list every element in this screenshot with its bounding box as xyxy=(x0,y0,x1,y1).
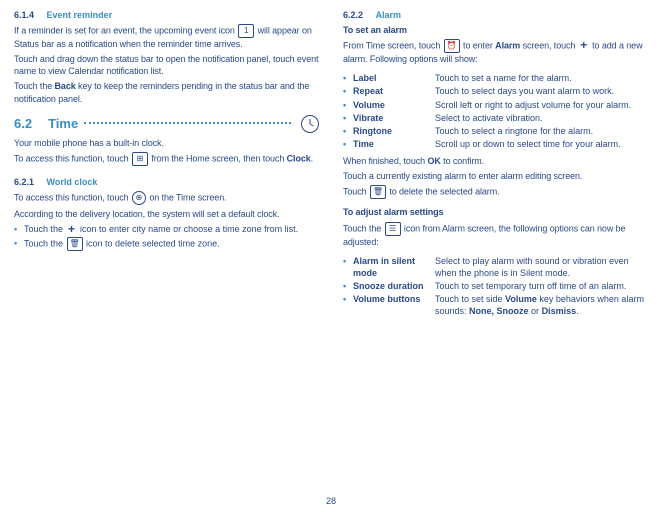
clock-label: Clock xyxy=(287,153,311,163)
alarm-label: Alarm xyxy=(495,41,520,51)
option-row: •Volume Scroll left or right to adjust v… xyxy=(343,99,648,111)
apps-grid-icon: ⊞ xyxy=(132,152,148,166)
heading-6-2-2: 6.2.2 Alarm xyxy=(343,10,648,20)
bullet-dot: • xyxy=(14,223,24,235)
option-desc: Touch to select days you want alarm to w… xyxy=(435,85,648,97)
option-label: Label xyxy=(353,72,377,84)
paragraph: To access this function, touch ⊞ from th… xyxy=(14,152,319,166)
heading-6-1-4: 6.1.4 Event reminder xyxy=(14,10,319,20)
option-label: Snooze duration xyxy=(353,280,424,292)
paragraph: Touch the ☰ icon from Alarm screen, the … xyxy=(343,222,648,248)
paragraph: When finished, touch OK to confirm. xyxy=(343,155,648,167)
clock-icon xyxy=(301,115,319,133)
bullet-dot: • xyxy=(343,255,353,279)
heading-number: 6.2.2 xyxy=(343,10,363,20)
heading-text: World clock xyxy=(47,177,98,187)
bullet-dot: • xyxy=(14,237,24,251)
option-row: •Vibrate Select to activate vibration. xyxy=(343,112,648,124)
trash-icon: 🗑 xyxy=(370,185,386,199)
option-row: •Volume buttons Touch to set side Volume… xyxy=(343,293,648,317)
paragraph: Touch a currently existing alarm to ente… xyxy=(343,170,648,182)
paragraph: To access this function, touch ⊕ on the … xyxy=(14,191,319,205)
option-row: •Snooze duration Touch to set temporary … xyxy=(343,280,648,292)
option-desc: Touch to set temporary turn off time of … xyxy=(435,280,648,292)
option-row: •Label Touch to set a name for the alarm… xyxy=(343,72,648,84)
bullet-dot: • xyxy=(343,112,353,124)
subheading: To set an alarm xyxy=(343,24,648,36)
ok-label: OK xyxy=(427,156,440,166)
option-label: Ringtone xyxy=(353,125,392,137)
paragraph: If a reminder is set for an event, the u… xyxy=(14,24,319,50)
paragraph: Your mobile phone has a built-in clock. xyxy=(14,137,319,149)
bullet-dot: • xyxy=(343,85,353,97)
paragraph: From Time screen, touch ⏰ to enter Alarm… xyxy=(343,39,648,65)
option-row: •Ringtone Touch to select a ringtone for… xyxy=(343,125,648,137)
option-desc: Touch to set a name for the alarm. xyxy=(435,72,648,84)
option-label: Alarm in silent mode xyxy=(353,255,435,279)
menu-list-icon: ☰ xyxy=(385,222,401,236)
option-label: Volume xyxy=(353,99,385,111)
add-icon: + xyxy=(67,225,77,235)
heading-number: 6.1.4 xyxy=(14,10,34,20)
left-column: 6.1.4 Event reminder If a reminder is se… xyxy=(14,8,319,496)
heading-text: Event reminder xyxy=(47,10,113,20)
paragraph: According to the delivery location, the … xyxy=(14,208,319,220)
heading-text: Alarm xyxy=(376,10,402,20)
option-label: Time xyxy=(353,138,374,150)
heading-text: Time xyxy=(48,116,78,131)
option-row: •Time Scroll up or down to select time f… xyxy=(343,138,648,150)
paragraph: Touch the Back key to keep the reminders… xyxy=(14,80,319,104)
option-label: Volume buttons xyxy=(353,293,420,317)
event-number-icon: 1 xyxy=(238,24,254,38)
alarm-clock-icon: ⏰ xyxy=(444,39,460,53)
bullet-dot: • xyxy=(343,72,353,84)
right-column: 6.2.2 Alarm To set an alarm From Time sc… xyxy=(343,8,648,496)
option-desc: Select to play alarm with sound or vibra… xyxy=(435,255,648,279)
option-row: •Alarm in silent mode Select to play ala… xyxy=(343,255,648,279)
bullet-dot: • xyxy=(343,125,353,137)
subheading: To adjust alarm settings xyxy=(343,206,648,218)
bullet-item: • Touch the + icon to enter city name or… xyxy=(14,223,319,235)
back-key-label: Back xyxy=(55,81,76,91)
heading-number: 6.2 xyxy=(14,116,32,131)
option-desc: Touch to select a ringtone for the alarm… xyxy=(435,125,648,137)
option-desc: Touch to set side Volume key behaviors w… xyxy=(435,293,648,317)
bullet-dot: • xyxy=(343,99,353,111)
option-desc: Scroll left or right to adjust volume fo… xyxy=(435,99,648,111)
option-desc: Select to activate vibration. xyxy=(435,112,648,124)
option-label: Repeat xyxy=(353,85,383,97)
add-icon: + xyxy=(579,41,589,51)
leader-dots xyxy=(84,121,291,124)
globe-icon: ⊕ xyxy=(132,191,146,205)
option-row: •Repeat Touch to select days you want al… xyxy=(343,85,648,97)
option-label: Vibrate xyxy=(353,112,383,124)
trash-icon: 🗑 xyxy=(67,237,83,251)
bullet-dot: • xyxy=(343,293,353,317)
option-desc: Scroll up or down to select time for you… xyxy=(435,138,648,150)
paragraph: Touch and drag down the status bar to op… xyxy=(14,53,319,77)
page-number: 28 xyxy=(0,496,662,512)
bullet-dot: • xyxy=(343,138,353,150)
paragraph: Touch 🗑 to delete the selected alarm. xyxy=(343,185,648,199)
heading-number: 6.2.1 xyxy=(14,177,34,187)
bullet-dot: • xyxy=(343,280,353,292)
heading-6-2-1: 6.2.1 World clock xyxy=(14,177,319,187)
bullet-item: • Touch the 🗑 icon to delete selected ti… xyxy=(14,237,319,251)
heading-6-2: 6.2 Time xyxy=(14,115,319,133)
